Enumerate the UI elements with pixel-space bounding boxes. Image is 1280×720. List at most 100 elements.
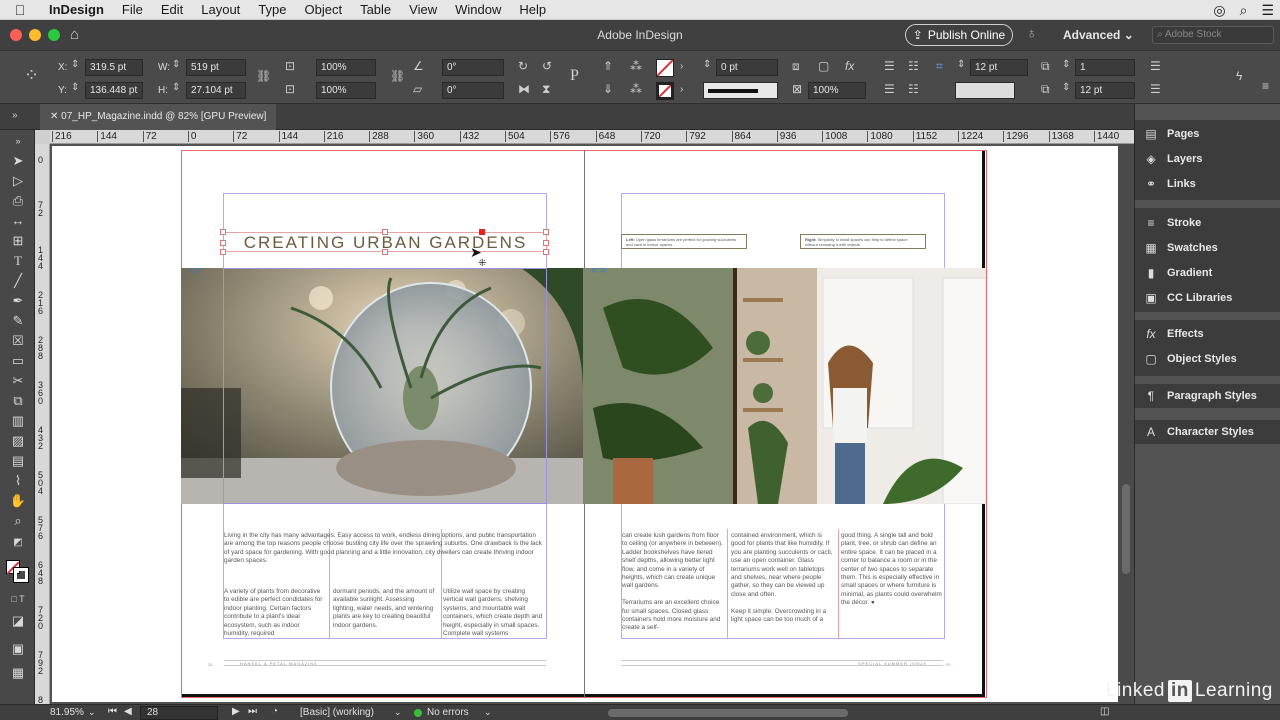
zoom-tool-icon[interactable]: ⌕ xyxy=(8,512,28,530)
stroke-weight-stepper-icon[interactable]: ⇕ xyxy=(703,59,711,70)
opacity-field[interactable]: 100% xyxy=(808,82,866,99)
publish-online-button[interactable]: ⇪ Publish Online xyxy=(905,24,1013,46)
gutter-field-2[interactable]: 12 pt xyxy=(1075,82,1135,99)
selection-handle[interactable] xyxy=(382,229,388,235)
page-number-field[interactable]: 28 xyxy=(140,706,218,720)
selection-handle[interactable] xyxy=(220,229,226,235)
free-transform-tool-icon[interactable]: ⧉ xyxy=(8,392,28,410)
caption-right[interactable]: Right: Simplicity in small spaces can he… xyxy=(800,234,926,249)
menu-file[interactable]: File xyxy=(113,0,152,20)
screen-mode-icon[interactable]: ▣ xyxy=(8,640,28,658)
rectangle-tool-icon[interactable]: ▭ xyxy=(8,352,28,370)
frame-link-icon[interactable]: ⊂⊃ xyxy=(188,265,203,276)
close-tab-icon[interactable]: ✕ xyxy=(50,111,61,122)
stroke-type-dropdown[interactable] xyxy=(703,82,778,99)
select-next-icon[interactable]: ⁂ xyxy=(630,82,642,96)
direct-selection-tool-icon[interactable]: ▷ xyxy=(8,172,28,190)
auto-fit-icon[interactable]: ⌗ xyxy=(936,59,943,74)
fill-stroke-proxy[interactable] xyxy=(6,560,29,583)
flip-vertical-icon[interactable]: ⧗ xyxy=(542,82,550,97)
scissors-tool-icon[interactable]: ✂ xyxy=(8,372,28,390)
pen-tool-icon[interactable]: ✒ xyxy=(8,292,28,310)
menu-layout[interactable]: Layout xyxy=(192,0,249,20)
master-chevron-icon[interactable]: ⌄ xyxy=(394,707,402,718)
columns-field[interactable]: 1 xyxy=(1075,59,1135,76)
cc-libraries-panel-tab[interactable]: ▣ CC Libraries xyxy=(1143,291,1232,305)
links-panel-tab[interactable]: ⚭ Links xyxy=(1143,177,1196,191)
pencil-tool-icon[interactable]: ✎ xyxy=(8,312,28,330)
lightbulb-icon[interactable]: ♁ xyxy=(1026,25,1037,42)
note-tool-icon[interactable]: ▤ xyxy=(8,452,28,470)
ruler-origin[interactable] xyxy=(35,130,50,144)
constrain-scale-icon[interactable]: ⛓ xyxy=(390,69,405,83)
h-field[interactable]: 27.104 pt xyxy=(186,82,246,99)
panel-collapse-icon[interactable]: » xyxy=(12,110,18,121)
menu-edit[interactable]: Edit xyxy=(152,0,192,20)
stroke-swatch[interactable] xyxy=(656,82,674,100)
menu-table[interactable]: Table xyxy=(351,0,400,20)
scale-y-field[interactable]: 100% xyxy=(316,82,376,99)
caption-left[interactable]: Left: Open glass terrariums are perfect … xyxy=(621,234,747,249)
document-tab[interactable]: ✕ 07_HP_Magazine.indd @ 82% [GPU Preview… xyxy=(40,104,277,130)
paragraph-options-icon[interactable]: ☰ xyxy=(1150,59,1161,73)
select-content-icon[interactable]: ⇓ xyxy=(603,82,613,96)
character-styles-panel-tab[interactable]: A Character Styles xyxy=(1143,425,1254,439)
menu-object[interactable]: Object xyxy=(296,0,352,20)
selection-tool-icon[interactable]: ➤ xyxy=(8,152,28,170)
h-stepper-icon[interactable]: ⇕ xyxy=(172,82,180,93)
distribute-icon[interactable]: ☷ xyxy=(908,82,919,96)
menu-type[interactable]: Type xyxy=(249,0,295,20)
formatting-affects-container-icon[interactable]: □ T xyxy=(8,590,28,608)
pages-panel-tab[interactable]: ▤ Pages xyxy=(1143,127,1199,141)
shear-angle-field[interactable]: 0° xyxy=(442,82,504,99)
constrain-proportions-icon[interactable]: ⛓ xyxy=(256,69,271,83)
stroke-weight-field[interactable]: 0 pt xyxy=(716,59,778,76)
horizontal-ruler[interactable]: 216 144 72 0 72 144 216 288 360 432 504 576 648 720 79… xyxy=(50,130,1134,144)
effects-icon[interactable]: fx xyxy=(845,59,854,73)
stroke-panel-tab[interactable]: ≡ Stroke xyxy=(1143,216,1201,230)
fill-swatch[interactable] xyxy=(656,59,674,77)
apple-icon[interactable]:  xyxy=(0,2,40,18)
preview-mode-icon[interactable]: ▦ xyxy=(8,664,28,682)
x-field[interactable]: 319.5 pt xyxy=(85,59,143,76)
selection-handle[interactable] xyxy=(543,249,549,255)
fill-chevron-icon[interactable]: › xyxy=(680,61,683,72)
paragraph-styles-panel-tab[interactable]: ¶ Paragraph Styles xyxy=(1143,389,1257,403)
vertical-scrollbar[interactable] xyxy=(1118,144,1134,704)
y-field[interactable]: 136.448 pt xyxy=(85,82,143,99)
gradient-feather-tool-icon[interactable]: ▨ xyxy=(8,432,28,450)
line-tool-icon[interactable]: ╱ xyxy=(8,272,28,290)
spotlight-search-icon[interactable]: ⌕ xyxy=(1240,0,1248,20)
text-frame-options-icon[interactable]: ⧈ xyxy=(792,59,800,74)
column-gutter-stepper-icon[interactable]: ⇕ xyxy=(1062,82,1070,93)
tools-collapse-icon[interactable]: » xyxy=(8,132,28,150)
selection-handle[interactable] xyxy=(382,249,388,255)
out-port-icon[interactable] xyxy=(479,229,485,235)
woman-plants-photo[interactable] xyxy=(583,268,986,504)
align-center-icon[interactable]: ☷ xyxy=(908,59,919,73)
frame-fitting-icon[interactable]: ▢ xyxy=(818,59,829,73)
page-tool-icon[interactable]: ⎙ xyxy=(8,192,28,210)
adobe-stock-search[interactable]: ⌕ Adobe Stock xyxy=(1152,26,1274,44)
right-column-3[interactable]: good thing. A single tall and bold plant… xyxy=(841,532,945,608)
reference-point-icon[interactable]: ⁘ xyxy=(24,65,39,86)
gradient-panel-tab[interactable]: ▮ Gradient xyxy=(1143,266,1213,280)
frame-link-icon[interactable]: ⊂⊃ xyxy=(591,265,606,276)
swatches-panel-tab[interactable]: ▦ Swatches xyxy=(1143,241,1217,255)
notification-center-icon[interactable]: ☰ xyxy=(1261,0,1274,20)
w-stepper-icon[interactable]: ⇕ xyxy=(172,59,180,70)
horizontal-scroll-thumb[interactable] xyxy=(608,709,848,717)
last-page-icon[interactable]: ⏭ xyxy=(248,706,257,717)
span-columns-icon[interactable]: ☰ xyxy=(1150,82,1161,96)
selection-handle[interactable] xyxy=(543,229,549,235)
zoom-level[interactable]: 81.95% xyxy=(50,707,84,718)
left-column-1[interactable]: A variety of plants from decorative to e… xyxy=(224,588,326,638)
workspace-switcher[interactable]: Advanced ⌄ xyxy=(1063,28,1134,42)
x-stepper-icon[interactable]: ⇕ xyxy=(71,59,79,70)
gradient-swatch-tool-icon[interactable]: ▥ xyxy=(8,412,28,430)
select-container-icon[interactable]: ⇑ xyxy=(603,59,613,73)
eyedropper-tool-icon[interactable]: ⌇ xyxy=(8,472,28,490)
object-style-dropdown[interactable] xyxy=(955,82,1015,99)
align-bottom-icon[interactable]: ☰ xyxy=(884,82,895,96)
first-page-icon[interactable]: ⏮ xyxy=(108,706,117,717)
